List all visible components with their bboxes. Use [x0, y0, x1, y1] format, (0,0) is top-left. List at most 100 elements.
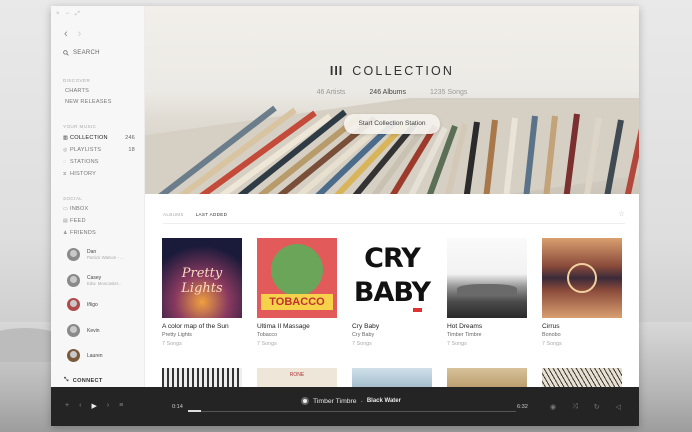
now-playing-artist: Timber Timbre [313, 397, 357, 405]
repeat-icon[interactable]: ↻ [594, 403, 600, 411]
feed-icon: ▤ [63, 218, 68, 224]
progress-bar[interactable] [188, 410, 516, 412]
vinyl-icon [301, 397, 309, 405]
friend-name: Lauren [87, 352, 103, 359]
sidebar-item-charts[interactable]: CHARTS [65, 88, 137, 94]
history-icon: ⧖ [63, 171, 67, 177]
minimize-window-icon[interactable]: − [66, 11, 70, 18]
album-songs: 7 Songs [162, 341, 182, 347]
friend-item[interactable]: Kevin [67, 324, 100, 337]
window-controls: × − ⤢ [56, 11, 80, 18]
albums-stat[interactable]: 246 Albums [369, 89, 406, 96]
history-nav: ‹ › [64, 28, 81, 40]
tab-albums[interactable]: ALBUMS [163, 212, 184, 223]
album-card[interactable]: CRY BABY Cry Baby Cry Baby 7 Songs [352, 238, 432, 347]
album-artist: Cry Baby [352, 332, 375, 338]
collection-hero: III COLLECTION 46 Artists 246 Albums 1235… [145, 6, 639, 194]
sidebar: × − ⤢ ‹ › SEARCH DISCOVER CHARTS NEW REL… [51, 6, 145, 387]
friend-item[interactable]: Dan Patrick Watson - ... [67, 248, 124, 261]
album-cover: TOBACCO [257, 238, 337, 318]
album-title: Hot Dreams [447, 323, 483, 330]
add-icon[interactable]: + [65, 402, 69, 410]
sidebar-item-collection[interactable]: ▥ COLLECTION 246 [63, 135, 135, 141]
songs-stat[interactable]: 1235 Songs [430, 89, 467, 96]
forward-arrow-icon[interactable]: › [78, 28, 82, 40]
sidebar-item-label: INBOX [70, 206, 89, 212]
now-playing: Timber Timbre - Black Water [301, 397, 401, 405]
friend-name: Kevin [87, 327, 100, 334]
cover-text: CRY BABY [353, 243, 431, 308]
connect-label: CONNECT [72, 377, 103, 384]
queue-icon[interactable]: ≡ [119, 402, 123, 410]
friend-item[interactable]: Iñigo [67, 298, 98, 311]
play-icon[interactable]: ▶ [91, 402, 96, 410]
sidebar-item-history[interactable]: ⧖ HISTORY [63, 171, 135, 177]
tab-last-added[interactable]: LAST ADDED [196, 212, 228, 223]
artists-stat[interactable]: 46 Artists [317, 89, 346, 96]
back-arrow-icon[interactable]: ‹ [64, 28, 68, 40]
album-cover: CRY BABY [352, 238, 432, 318]
sidebar-item-playlists[interactable]: ◎ PLAYLISTS 18 [63, 147, 135, 153]
album-title: Cry Baby [352, 323, 380, 330]
sidebar-item-inbox[interactable]: ▭ INBOX [63, 206, 135, 212]
stations-icon: ◌ [63, 159, 67, 165]
sidebar-item-label: STATIONS [70, 159, 99, 165]
album-card[interactable]: Cirrus Bonobo 7 Songs [542, 238, 622, 347]
friend-status: Edw. Moncaster... [87, 280, 122, 286]
progress-fill [188, 410, 202, 412]
search-icon [63, 50, 69, 56]
social-heading: SOCIAL [63, 196, 83, 201]
friend-item[interactable]: Casey Edw. Moncaster... [67, 274, 122, 287]
sidebar-item-new-releases[interactable]: NEW RELEASES [65, 99, 137, 105]
sidebar-item-label: COLLECTION [70, 135, 108, 141]
avatar [67, 349, 80, 362]
album-cover [447, 238, 527, 318]
previous-icon[interactable]: ‹ [79, 402, 81, 410]
album-card[interactable]: Pretty Lights A color map of the Sun Pre… [162, 238, 242, 347]
radio-icon[interactable]: ◉ [550, 403, 556, 411]
connect-button[interactable]: ⤡ CONNECT [64, 377, 103, 384]
cover-text: TOBACCO [261, 294, 333, 310]
sidebar-item-stations[interactable]: ◌ STATIONS [63, 159, 135, 165]
collection-stats: 46 Artists 246 Albums 1235 Songs [145, 89, 639, 96]
collection-icon: III [329, 64, 344, 78]
your-music-heading: YOUR MUSIC [63, 124, 97, 129]
next-icon[interactable]: › [107, 402, 109, 410]
sidebar-item-label: PLAYLISTS [70, 147, 102, 153]
shuffle-icon[interactable]: ⤨ [572, 403, 578, 411]
album-songs: 7 Songs [257, 341, 277, 347]
sidebar-item-label: FEED [70, 218, 86, 224]
cover-text: Pretty Lights [181, 266, 223, 296]
friend-item[interactable]: Lauren [67, 349, 103, 362]
album-card[interactable]: Hot Dreams Timber Timbre 7 Songs [447, 238, 527, 347]
current-time: 0:14 [172, 404, 183, 410]
playlists-count: 18 [128, 147, 135, 153]
sidebar-item-label: CHARTS [65, 88, 90, 94]
star-icon[interactable]: ☆ [618, 210, 625, 223]
discover-heading: DISCOVER [63, 78, 91, 83]
album-card[interactable]: TOBACCO Ultima II Massage Tobacco 7 Song… [257, 238, 337, 347]
avatar [67, 248, 80, 261]
page-title-text: COLLECTION [352, 64, 455, 78]
avatar [67, 274, 80, 287]
avatar [67, 298, 80, 311]
album-artist: Pretty Lights [162, 332, 192, 338]
close-window-icon[interactable]: × [56, 11, 60, 18]
inbox-icon: ▭ [63, 206, 68, 212]
album-cover: Pretty Lights [162, 238, 242, 318]
album-title: Cirrus [542, 323, 560, 330]
vinyl-records-image [145, 98, 639, 194]
playlists-icon: ◎ [63, 147, 68, 153]
album-artist: Tobacco [257, 332, 278, 338]
search-button[interactable]: SEARCH [63, 50, 100, 56]
maximize-window-icon[interactable]: ⤢ [75, 11, 80, 18]
start-station-button[interactable]: Start Collection Station [344, 114, 440, 134]
player-extras: ◉ ⤨ ↻ ◁ [550, 403, 621, 411]
album-artist: Timber Timbre [447, 332, 482, 338]
duration: 6:32 [517, 404, 528, 410]
sidebar-item-label: FRIENDS [70, 230, 96, 236]
volume-icon[interactable]: ◁ [616, 403, 621, 411]
sidebar-item-feed[interactable]: ▤ FEED [63, 218, 135, 224]
sidebar-item-friends[interactable]: ♟ FRIENDS [63, 230, 135, 236]
sidebar-item-label: HISTORY [70, 171, 97, 177]
